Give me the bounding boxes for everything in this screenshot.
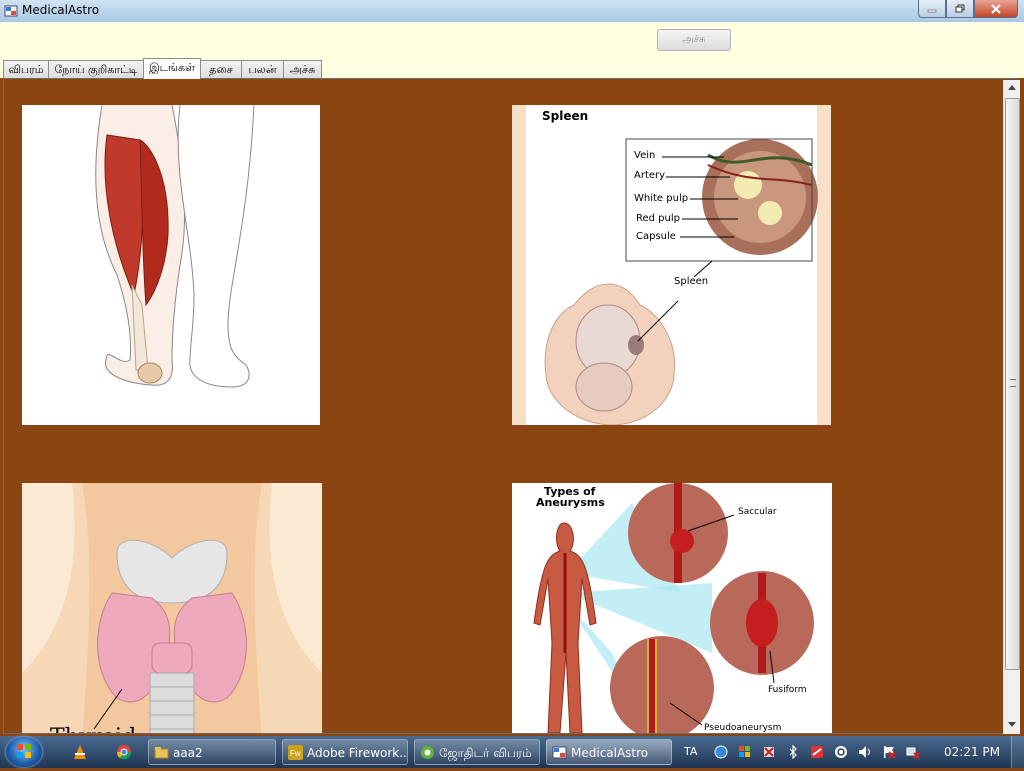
app-icon: [552, 746, 567, 759]
scroll-thumb[interactable]: [1005, 98, 1020, 670]
tab-places[interactable]: இடங்கள்: [143, 58, 201, 79]
close-icon: [991, 3, 1001, 14]
language-indicator[interactable]: TA: [684, 745, 697, 758]
tab-details[interactable]: விபரம்: [3, 60, 49, 78]
taskbar-item-label: Adobe Firework...: [307, 746, 408, 760]
chrome-icon[interactable]: [116, 744, 132, 760]
window-title: MedicalAstro: [22, 3, 100, 17]
spleen-label-spleen: Spleen: [674, 276, 709, 287]
minimize-icon: [927, 9, 937, 12]
spleen-image: Spleen Vein Artery White pulp Red pulp C…: [512, 105, 831, 425]
app-icon: [4, 5, 18, 17]
calf-muscle-image: [22, 105, 320, 425]
window-titlebar[interactable]: MedicalAstro: [0, 0, 1024, 23]
start-button[interactable]: [6, 737, 42, 767]
bluetooth-icon[interactable]: [786, 745, 800, 759]
tab-print[interactable]: அச்சு: [283, 60, 322, 78]
network-status-icon[interactable]: [906, 745, 920, 759]
taskbar: aaa2 Fw Adobe Firework... ஜோதிடர் விபரம்…: [0, 736, 1024, 768]
antivirus-icon[interactable]: [810, 745, 824, 759]
spleen-illustration: [512, 105, 831, 425]
sync-icon[interactable]: [834, 745, 848, 759]
taskbar-item-aaa2[interactable]: aaa2: [148, 739, 276, 765]
vlc-icon[interactable]: [72, 744, 88, 760]
calf-muscle-illustration: [22, 105, 320, 425]
window-controls: [918, 0, 1018, 18]
fireworks-icon: Fw: [288, 745, 303, 760]
thyroid-image: Thyroid: [22, 483, 322, 733]
aneurysms-illustration: [512, 483, 832, 733]
aneurysm-label-pseudoaneurysm: Pseudoaneurysm: [704, 723, 782, 733]
taskbar-item-label: MedicalAstro: [571, 746, 649, 760]
tab-muscle[interactable]: தசை: [200, 60, 242, 78]
tab-content-panel: Spleen Vein Artery White pulp Red pulp C…: [3, 78, 1019, 734]
scroll-down-button[interactable]: [1004, 718, 1020, 734]
aneurysm-label-saccular: Saccular: [738, 507, 777, 517]
taskbar-item-label: aaa2: [173, 746, 203, 760]
spleen-label-vein: Vein: [634, 150, 656, 161]
app-window-icon: [421, 746, 434, 759]
vertical-scrollbar[interactable]: [1003, 80, 1020, 734]
flag-alert-icon[interactable]: [882, 745, 896, 759]
tab-results[interactable]: பலன்: [241, 60, 284, 78]
network-globe-icon[interactable]: [714, 745, 728, 759]
svg-text:Fw: Fw: [290, 749, 301, 758]
spleen-label-artery: Artery: [634, 170, 666, 181]
spleen-label-red-pulp: Red pulp: [636, 213, 680, 224]
scroll-grip-icon: [1010, 379, 1016, 387]
chevron-up-icon: [1008, 85, 1016, 90]
spleen-label-capsule: Capsule: [636, 231, 676, 242]
toolbar: அச்சு: [0, 22, 1024, 59]
aneurysms-title-line2: Aneurysms: [536, 496, 605, 509]
thyroid-caption: Thyroid: [50, 725, 136, 733]
taskbar-item-label: ஜோதிடர் விபரம்: [439, 746, 532, 760]
restore-icon: [955, 4, 965, 12]
chevron-down-icon: [1008, 722, 1016, 727]
aneurysms-image: Types of Aneurysms Saccular Fusiform Pse…: [512, 483, 832, 733]
tab-strip: விபரம் நோய் குறிகாட்டி இடங்கள் தசை பலன் …: [0, 58, 1024, 79]
system-clock[interactable]: 02:21 PM: [944, 745, 1000, 759]
action-center-icon[interactable]: [762, 745, 776, 759]
scroll-up-button[interactable]: [1004, 80, 1020, 96]
thyroid-illustration: [22, 483, 322, 733]
show-desktop-button[interactable]: [1011, 736, 1024, 768]
print-button[interactable]: அச்சு: [657, 29, 731, 51]
tab-disease-indicator[interactable]: நோய் குறிகாட்டி: [48, 60, 144, 78]
aneurysm-label-fusiform: Fusiform: [768, 685, 807, 695]
minimize-button[interactable]: [918, 0, 946, 18]
close-button[interactable]: [974, 0, 1018, 18]
folder-icon: [154, 747, 169, 759]
spleen-title: Spleen: [542, 109, 589, 123]
maximize-button[interactable]: [946, 0, 974, 18]
taskbar-item-fireworks[interactable]: Fw Adobe Firework...: [282, 739, 408, 765]
spleen-label-white-pulp: White pulp: [634, 193, 689, 204]
taskbar-item-medicalastro[interactable]: MedicalAstro: [546, 739, 672, 765]
taskbar-item-astrologer-details[interactable]: ஜோதிடர் விபரம்: [414, 739, 540, 765]
windows-flag-icon[interactable]: [738, 745, 752, 759]
volume-icon[interactable]: [858, 745, 872, 759]
windows-logo-icon: [17, 744, 31, 758]
